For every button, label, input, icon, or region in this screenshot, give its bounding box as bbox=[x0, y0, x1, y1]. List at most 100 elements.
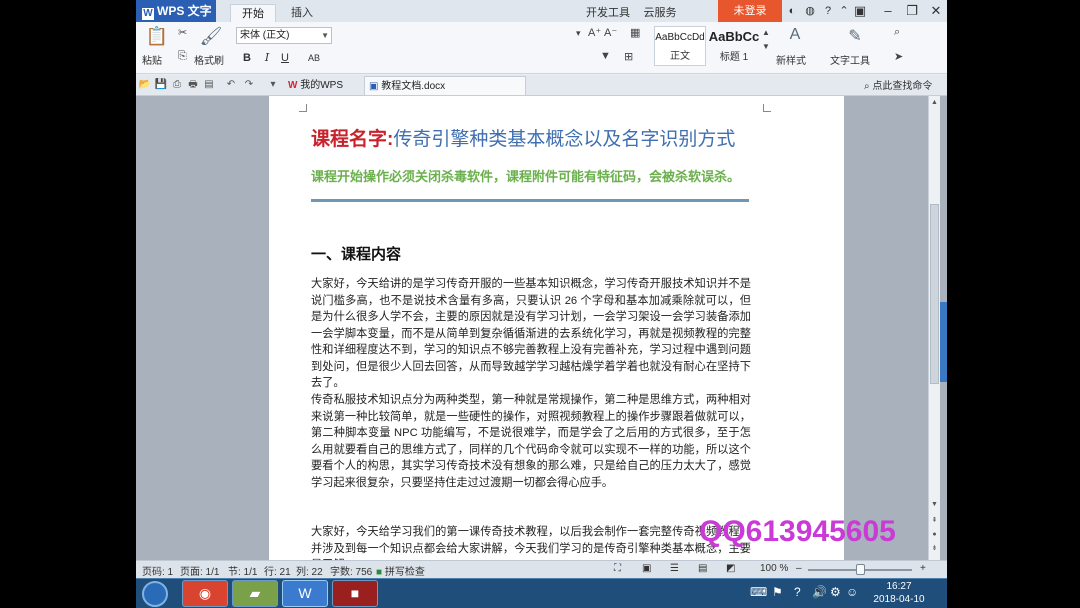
copy-icon[interactable]: ⎘ bbox=[178, 50, 187, 63]
style-name: 标题 1 bbox=[719, 52, 749, 63]
reading-view-icon[interactable]: ◩ bbox=[726, 563, 735, 574]
new-style-label[interactable]: 新样式 bbox=[776, 52, 806, 67]
volume-icon[interactable]: 🔊 bbox=[812, 585, 827, 599]
app-menu-button[interactable]: WWPS 文字▼ bbox=[136, 0, 216, 39]
tab-label: 我的WPS bbox=[300, 80, 344, 91]
select-browse-icon[interactable]: ● bbox=[929, 530, 940, 540]
spell-check-button[interactable]: ■ 拼写检查 bbox=[376, 563, 425, 578]
web-view-icon[interactable]: ▤ bbox=[698, 563, 707, 574]
text-tools-icon[interactable]: ✎ bbox=[840, 26, 870, 52]
wps-window: WWPS 文字▼ 开始 插入 开发工具 云服务 未登录 ◐ ◍ ? ⌃ ▣ – … bbox=[136, 0, 947, 578]
restore-ribbon-icon[interactable]: ▣ bbox=[848, 0, 872, 22]
format-painter-icon[interactable]: 🖌 bbox=[196, 26, 226, 52]
left-letterbox bbox=[0, 0, 136, 608]
chat-icon[interactable]: ◍ bbox=[802, 3, 818, 19]
strikethrough-button[interactable]: AB bbox=[304, 50, 324, 66]
open-icon[interactable]: 📂 bbox=[138, 78, 152, 92]
app-name: WPS 文字 bbox=[157, 4, 212, 18]
font-size-down-icon[interactable]: A⁻ bbox=[604, 26, 617, 39]
style-normal[interactable]: AaBbCcDd 正文 bbox=[654, 26, 706, 66]
zoom-slider-handle[interactable] bbox=[856, 564, 865, 575]
close-button[interactable]: ✕ bbox=[924, 0, 947, 22]
export-icon[interactable]: ▤ bbox=[202, 78, 216, 92]
undo-icon[interactable]: ↶ bbox=[224, 78, 238, 92]
paste-label[interactable]: 粘贴 bbox=[142, 52, 162, 67]
maximize-button[interactable]: ❐ bbox=[900, 0, 924, 22]
font-size-up-icon[interactable]: A⁺ bbox=[588, 26, 601, 39]
print-icon[interactable]: 🖶 bbox=[186, 78, 200, 92]
system-clock[interactable]: 16:27 2018-04-10 bbox=[864, 580, 934, 606]
network-icon[interactable]: ⚙ bbox=[830, 585, 841, 599]
vertical-scrollbar[interactable]: ▲ ▼ ⇞ ● ⇟ bbox=[928, 96, 940, 560]
find-icon[interactable]: ⌕ bbox=[894, 26, 900, 39]
paragraph-1: 大家好，今天给讲的是学习传奇开服的一些基本知识概念，学习传奇开服技术知识并不是说… bbox=[311, 278, 751, 389]
side-panel-toggle[interactable] bbox=[940, 302, 947, 382]
zoom-level[interactable]: 100 % bbox=[760, 563, 788, 574]
clock-date: 2018-04-10 bbox=[873, 594, 925, 605]
document-page[interactable]: 课程名字:传奇引擎种类基本概念以及名字识别方式 课程开始操作必须关闭杀毒软件，课… bbox=[269, 96, 844, 560]
border-icon[interactable]: ⊞ bbox=[624, 50, 633, 63]
italic-button[interactable]: I bbox=[260, 50, 274, 66]
style-heading-1[interactable]: AaBbCc 标题 1 bbox=[708, 26, 760, 66]
bold-button[interactable]: B bbox=[240, 50, 254, 66]
page-view-icon[interactable]: ▣ bbox=[642, 563, 651, 574]
scroll-thumb[interactable] bbox=[930, 204, 939, 384]
text-tools-label[interactable]: 文字工具 bbox=[830, 52, 870, 67]
status-words: 字数: 756 bbox=[330, 567, 373, 578]
recorder-taskbar-icon[interactable]: ■ bbox=[332, 580, 378, 607]
title-bar: WWPS 文字▼ 开始 插入 开发工具 云服务 未登录 ◐ ◍ ? ⌃ ▣ – … bbox=[136, 0, 947, 39]
style-name: 正文 bbox=[670, 51, 690, 62]
zoom-in-icon[interactable]: + bbox=[920, 563, 926, 574]
tab-insert[interactable]: 插入 bbox=[282, 4, 322, 22]
doc-title: 课程名字:传奇引擎种类基本概念以及名字识别方式 bbox=[311, 124, 735, 151]
flag-icon[interactable]: ⚑ bbox=[772, 585, 783, 599]
command-search-label: 点此查找命令 bbox=[872, 81, 933, 92]
tab-cloud[interactable]: 云服务 bbox=[638, 4, 682, 22]
chevron-down-icon: ▼ bbox=[321, 31, 329, 40]
redo-icon[interactable]: ↷ bbox=[242, 78, 256, 92]
margin-mark bbox=[763, 104, 771, 112]
select-icon[interactable]: ➤ bbox=[894, 50, 903, 63]
scroll-down-icon[interactable]: ▼ bbox=[929, 500, 940, 510]
underline-button[interactable]: U bbox=[278, 50, 292, 66]
tab-home[interactable]: 开始 bbox=[230, 4, 276, 22]
tab-developer[interactable]: 开发工具 bbox=[582, 4, 634, 22]
start-button[interactable] bbox=[142, 581, 168, 607]
new-style-icon[interactable]: A bbox=[780, 26, 810, 52]
style-scroll-down-icon[interactable]: ▼ bbox=[762, 42, 770, 51]
minimize-button[interactable]: – bbox=[876, 0, 900, 22]
next-page-icon[interactable]: ⇟ bbox=[929, 544, 940, 554]
scroll-up-icon[interactable]: ▲ bbox=[929, 98, 940, 108]
outline-view-icon[interactable]: ☰ bbox=[670, 563, 679, 574]
table-icon[interactable]: ▦ bbox=[630, 26, 640, 39]
zoom-out-icon[interactable]: – bbox=[796, 563, 802, 574]
status-page: 页码: 1 bbox=[142, 567, 174, 578]
tab-my-wps[interactable]: W 我的WPS ✕ bbox=[284, 76, 362, 110]
style-scroll-up-icon[interactable]: ▲ bbox=[762, 28, 770, 37]
font-select[interactable]: 宋体 (正文) ▼ bbox=[236, 27, 332, 44]
divider bbox=[311, 199, 749, 202]
cut-icon[interactable]: ✂ bbox=[178, 26, 187, 39]
chevron-down-icon[interactable]: ▾ bbox=[266, 78, 280, 92]
spell-check-label: 拼写检查 bbox=[384, 567, 425, 578]
notes-taskbar-icon[interactable]: ▰ bbox=[232, 580, 278, 607]
wps-taskbar-icon[interactable]: W bbox=[282, 580, 328, 607]
prev-page-icon[interactable]: ⇞ bbox=[929, 516, 940, 526]
save-icon[interactable]: 💾 bbox=[154, 78, 168, 92]
help-icon[interactable]: ? bbox=[820, 3, 836, 19]
skin-icon[interactable]: ◐ bbox=[784, 3, 800, 19]
print-preview-icon[interactable]: ⎙ bbox=[170, 78, 184, 92]
tab-document[interactable]: ▣ 教程文档.docx bbox=[364, 76, 526, 95]
format-painter-label[interactable]: 格式刷 bbox=[194, 52, 224, 67]
status-pages: 页面: 1/1 bbox=[180, 567, 220, 578]
chevron-down-icon[interactable]: ▾ bbox=[576, 28, 581, 39]
login-button[interactable]: 未登录 bbox=[718, 0, 782, 22]
paste-icon[interactable]: 📋 bbox=[142, 26, 172, 52]
highlight-icon[interactable]: ▼ bbox=[600, 50, 611, 62]
help-icon[interactable]: ? bbox=[794, 585, 801, 599]
chrome-taskbar-icon[interactable]: ◉ bbox=[182, 580, 228, 607]
view-icon[interactable]: ⛶ bbox=[614, 563, 621, 574]
command-search[interactable]: ⌕ 点此查找命令 bbox=[864, 77, 932, 92]
qq-icon[interactable]: ☺ bbox=[846, 585, 858, 599]
keyboard-icon[interactable]: ⌨ bbox=[750, 585, 767, 599]
